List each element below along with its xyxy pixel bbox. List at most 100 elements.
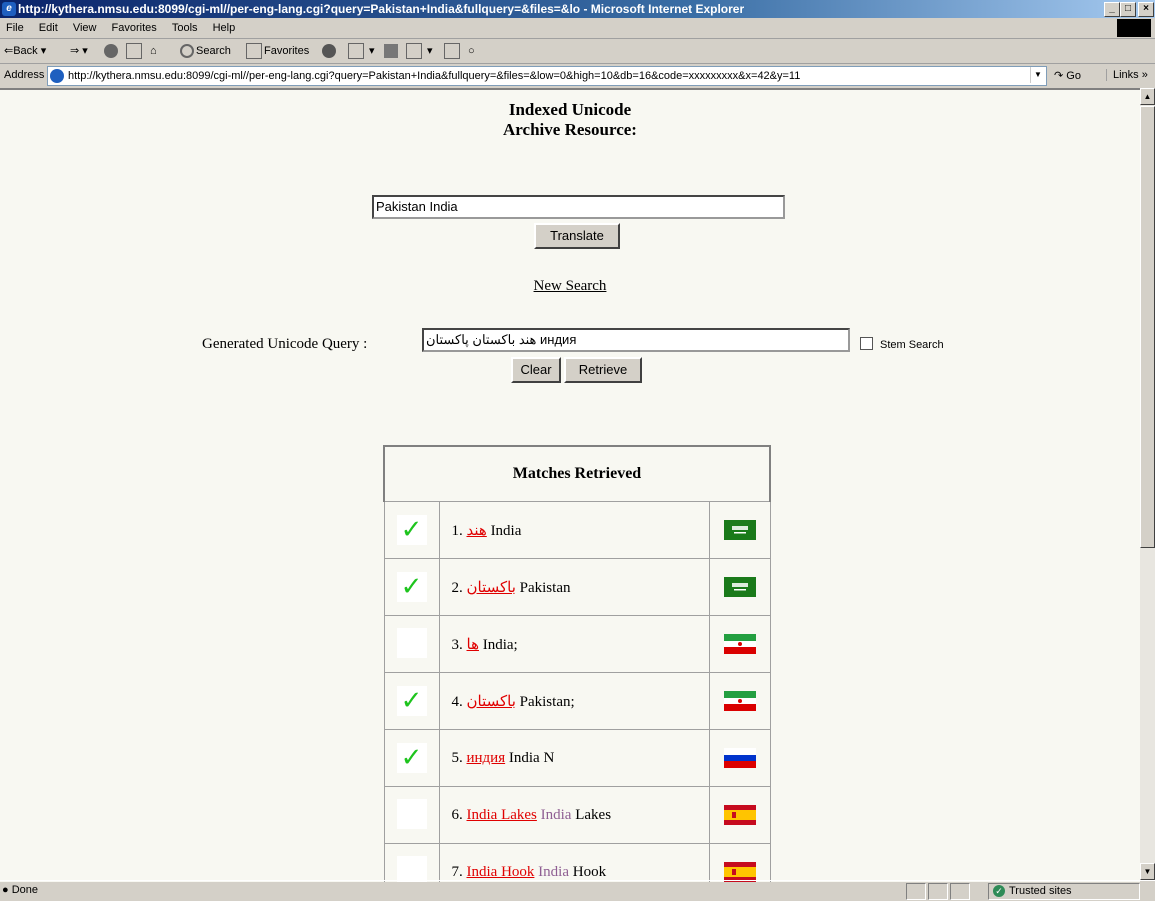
windows-logo-icon [1117,19,1151,37]
match-mid: India [536,806,572,823]
menu-file[interactable]: File [0,18,30,38]
match-checkbox-cell[interactable]: ✓ [383,672,440,730]
heading-line-2: Archive Resource: [503,120,637,139]
back-label: Back [13,45,38,57]
messenger-icon: ○ [468,45,475,57]
match-text-cell: 5. индия India N [438,729,710,787]
favorites-button[interactable]: Favorites [246,42,309,60]
table-row: 7. India Hook India Hook [383,843,771,882]
match-flag-cell [708,501,771,559]
match-checkbox-cell[interactable] [383,786,440,844]
empty-check-icon[interactable] [396,798,427,829]
scroll-thumb[interactable] [1140,106,1155,548]
match-text-cell: 7. India Hook India Hook [438,843,710,882]
history-icon [348,43,364,60]
match-link[interactable]: باکستان [467,694,516,710]
match-checkbox-cell[interactable] [383,615,440,673]
checkmark-icon[interactable]: ✓ [396,686,427,716]
match-text-cell: 1. هند India [438,501,710,559]
table-row: ✓ 5. индия India N [383,729,771,787]
edit-button[interactable]: ▾ [406,42,433,60]
retrieve-button[interactable]: Retrieve [564,357,642,383]
empty-check-icon[interactable] [396,855,427,882]
match-flag-cell [708,843,771,882]
forward-arrow-icon: ⇒ ▾ [70,45,88,57]
match-link[interactable]: India Hook [467,864,535,880]
match-link[interactable]: индия [467,750,506,766]
scroll-down-icon[interactable]: ▼ [1140,863,1155,880]
forward-button[interactable]: ⇒ ▾ [70,42,88,60]
match-text-cell: 3. ها India; [438,615,710,673]
menu-tools[interactable]: Tools [166,18,204,38]
search-icon [180,44,194,59]
checkmark-icon[interactable]: ✓ [396,743,427,773]
checkmark-icon[interactable]: ✓ [396,515,427,545]
vertical-scrollbar[interactable]: ▲ ▼ [1140,88,1155,880]
discuss-button[interactable] [444,42,462,60]
menu-view[interactable]: View [67,18,103,38]
go-button[interactable]: ↷ Go [1054,69,1081,82]
address-input[interactable]: http://kythera.nmsu.edu:8099/cgi-ml//per… [47,66,1047,86]
home-icon: ⌂ [150,45,157,57]
query-input[interactable]: Pakistan India [372,195,785,219]
page-viewport: Indexed Unicode Archive Resource: Pakist… [0,88,1140,882]
scroll-up-icon[interactable]: ▲ [1140,88,1155,105]
match-flag-cell [708,786,771,844]
minimize-button[interactable]: _ [1104,2,1120,17]
address-dropdown-icon[interactable]: ▼ [1030,67,1045,83]
spain-flag-icon [723,862,756,882]
match-link[interactable]: هند [467,523,487,539]
links-button[interactable]: Links » [1106,69,1148,81]
media-button[interactable] [322,42,338,60]
menu-edit[interactable]: Edit [33,18,64,38]
match-number: 5. [451,749,463,766]
match-translation: Pakistan [515,579,571,596]
saudi-flag-icon [723,520,756,540]
menu-favorites[interactable]: Favorites [106,18,163,38]
refresh-button[interactable] [126,42,144,60]
messenger-button[interactable]: ○ [468,42,475,60]
translate-button[interactable]: Translate [534,223,620,249]
match-flag-cell [708,558,771,616]
generated-query-input[interactable]: индия هند باکستان پاکستان [422,328,850,352]
match-translation: Lakes [571,806,612,823]
iran-flag-icon [723,691,756,711]
saudi-flag-icon [723,577,756,597]
match-link[interactable]: باکستان [467,580,516,596]
word-icon [406,43,422,60]
match-checkbox-cell[interactable] [383,843,440,882]
match-number: 1. [451,522,463,539]
stem-search-checkbox[interactable] [860,337,873,350]
menu-bar: File Edit View Favorites Tools Help [0,18,1155,39]
clear-button[interactable]: Clear [511,357,561,383]
checkmark-icon[interactable]: ✓ [396,572,427,602]
ie-page-icon: ● [2,884,9,896]
back-button[interactable]: ⇐Back ▾ [4,42,46,60]
match-checkbox-cell[interactable]: ✓ [383,729,440,787]
status-cell [928,883,948,900]
match-link[interactable]: India Lakes [467,807,537,823]
ie-icon: e [2,2,16,16]
search-button[interactable]: Search [180,42,231,60]
maximize-button[interactable]: □ [1120,2,1136,17]
status-bar: ● Done ✓ Trusted sites [0,880,1155,901]
match-link[interactable]: ها [467,637,479,653]
status-done-label: Done [11,884,39,896]
page-icon [50,69,64,84]
home-button[interactable]: ⌂ [150,42,157,60]
status-cell [950,883,970,900]
print-button[interactable] [384,42,400,60]
toolbar: ⇐Back ▾ ⇒ ▾ ⌂ Search Favorites ▾ ▾ ○ [0,39,1155,64]
empty-check-icon[interactable] [396,627,427,658]
match-checkbox-cell[interactable]: ✓ [383,501,440,559]
history-button[interactable]: ▾ [348,42,375,60]
stop-button[interactable] [104,42,120,60]
match-checkbox-cell[interactable]: ✓ [383,558,440,616]
status-done: ● Done [2,884,38,896]
close-button[interactable]: × [1138,2,1154,17]
menu-help[interactable]: Help [207,18,242,38]
discuss-icon [444,43,460,60]
table-row: ✓ 2. باکستان Pakistan [383,558,771,616]
match-text-cell: 4. باکستان Pakistan; [438,672,710,730]
new-search-link[interactable]: New Search [0,278,1140,295]
